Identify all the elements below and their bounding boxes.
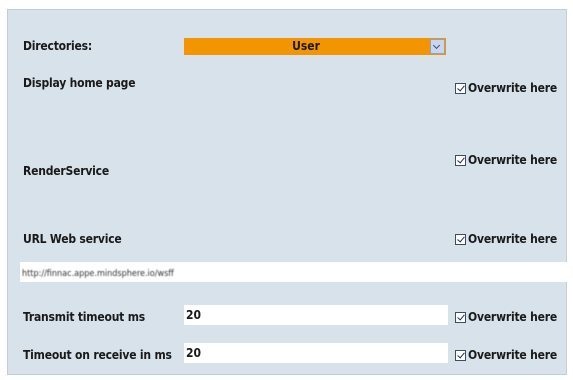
display-home-page-label: Display home page (23, 76, 136, 90)
render-service-label: RenderService (23, 164, 109, 178)
settings-panel: Directories: User Display home page Over… (7, 9, 567, 375)
overwrite-label: Overwrite here (468, 348, 557, 362)
receive-timeout-input[interactable]: 20 (184, 343, 448, 363)
display-home-page-overwrite-checkbox[interactable]: Overwrite here (455, 81, 557, 95)
checkmark-icon[interactable] (455, 311, 466, 323)
receive-timeout-value: 20 (186, 346, 202, 360)
directories-label: Directories: (23, 39, 92, 53)
checkmark-icon[interactable] (455, 349, 466, 361)
url-web-service-overwrite-checkbox[interactable]: Overwrite here (455, 232, 557, 246)
url-web-service-value: http://finnac.appe.mindsphere.io/wsff (22, 269, 174, 279)
checkmark-icon[interactable] (455, 154, 466, 166)
overwrite-label: Overwrite here (468, 153, 557, 167)
url-web-service-input[interactable]: http://finnac.appe.mindsphere.io/wsff (20, 262, 567, 282)
render-service-overwrite-checkbox[interactable]: Overwrite here (455, 153, 557, 167)
chevron-down-icon[interactable] (430, 39, 445, 54)
overwrite-label: Overwrite here (468, 310, 557, 324)
receive-timeout-overwrite-checkbox[interactable]: Overwrite here (455, 348, 557, 362)
checkmark-icon[interactable] (455, 233, 466, 245)
transmit-timeout-input[interactable]: 20 (184, 305, 448, 325)
transmit-timeout-label: Transmit timeout ms (23, 310, 145, 324)
overwrite-label: Overwrite here (468, 81, 557, 95)
checkmark-icon[interactable] (455, 82, 466, 94)
directories-dropdown[interactable]: User (184, 38, 446, 55)
directories-selected-value: User (292, 39, 320, 53)
receive-timeout-label: Timeout on receive in ms (23, 348, 172, 362)
overwrite-label: Overwrite here (468, 232, 557, 246)
url-web-service-label: URL Web service (23, 232, 122, 246)
transmit-timeout-overwrite-checkbox[interactable]: Overwrite here (455, 310, 557, 324)
transmit-timeout-value: 20 (186, 308, 202, 322)
